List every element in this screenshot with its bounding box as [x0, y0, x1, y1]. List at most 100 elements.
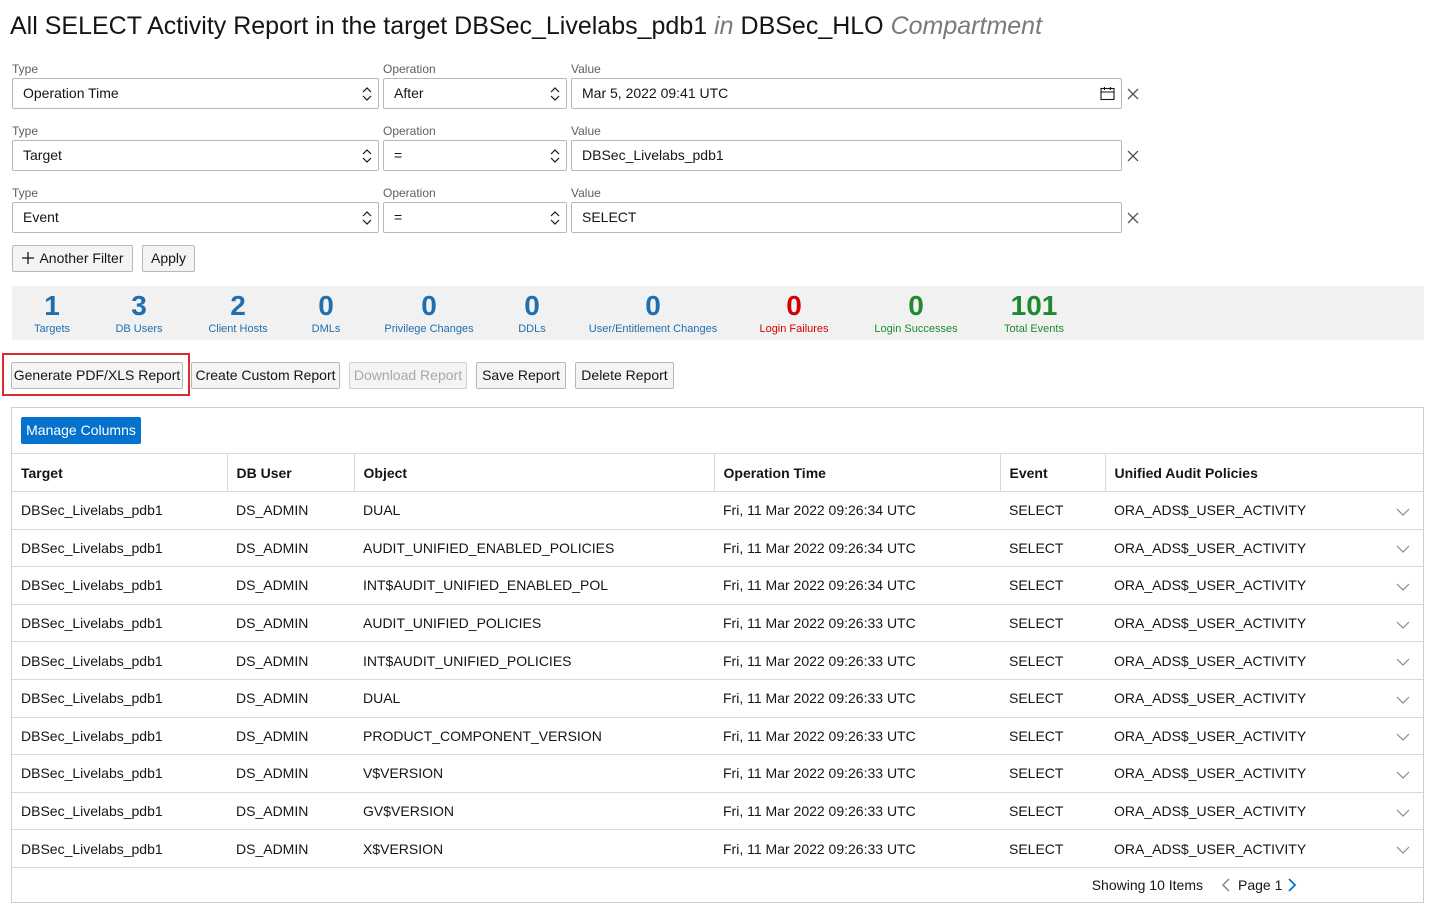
stat-total-events[interactable]: 101 Total Events: [1004, 290, 1064, 336]
type-select-value: Operation Time: [23, 85, 119, 101]
table-cell: DS_ADMIN: [227, 566, 354, 605]
expand-row-cell[interactable]: [1383, 717, 1423, 756]
column-header[interactable]: Event: [999, 453, 1105, 492]
stat-targets[interactable]: 1 Targets: [34, 290, 70, 336]
expand-row-cell[interactable]: [1383, 641, 1423, 680]
add-filter-button[interactable]: Another Filter: [12, 245, 133, 272]
stat-login-successes[interactable]: 0 Login Successes: [874, 290, 957, 336]
chevron-down-icon[interactable]: [1396, 696, 1410, 704]
table-cell: SELECT: [1000, 717, 1105, 756]
table-cell: DS_ADMIN: [227, 679, 354, 718]
chevron-down-icon[interactable]: [1396, 583, 1410, 591]
stat-value: 1: [44, 290, 60, 321]
table-cell: DS_ADMIN: [227, 717, 354, 756]
expand-row-cell[interactable]: [1383, 679, 1423, 718]
table-row[interactable]: DBSec_Livelabs_pdb1 DS_ADMIN GV$VERSION Fri…: [12, 792, 1423, 831]
chevron-down-icon[interactable]: [1396, 733, 1410, 742]
value-input[interactable]: SELECT: [571, 202, 1122, 233]
select-arrows-icon: [362, 87, 372, 101]
chevron-down-icon[interactable]: [1396, 809, 1410, 817]
value-input[interactable]: DBSec_Livelabs_pdb1: [571, 140, 1122, 171]
table-cell: ORA_ADS$_USER_ACTIVITY: [1105, 529, 1383, 568]
column-header[interactable]: DB User: [226, 453, 354, 492]
chevron-down-icon[interactable]: [1396, 658, 1410, 667]
value-input-text: Mar 5, 2022 09:41 UTC: [582, 85, 729, 101]
stat-ddls[interactable]: 0 DDLs: [518, 290, 546, 336]
table-cell: SELECT: [1000, 679, 1105, 718]
table-row[interactable]: DBSec_Livelabs_pdb1 DS_ADMIN DUAL Fri, 11 M…: [12, 679, 1423, 718]
table-cell: SELECT: [1000, 792, 1105, 831]
table-cell: SELECT: [1000, 641, 1105, 680]
table-row[interactable]: DBSec_Livelabs_pdb1 DS_ADMIN X$VERSION Fri,…: [12, 829, 1423, 868]
chevron-down-icon[interactable]: [1396, 771, 1410, 779]
table-row[interactable]: DBSec_Livelabs_pdb1 DS_ADMIN AUDIT_UNIFIED…: [12, 529, 1423, 568]
stat-privilege-changes[interactable]: 0 Privilege Changes: [384, 290, 473, 336]
chevron-down-icon[interactable]: [1396, 545, 1410, 554]
delete-report-button[interactable]: Delete Report: [575, 362, 674, 389]
expand-row-cell[interactable]: [1383, 792, 1423, 831]
apply-button[interactable]: Apply: [142, 245, 195, 272]
table-row[interactable]: DBSec_Livelabs_pdb1 DS_ADMIN INT$AUDIT_UNI…: [12, 641, 1423, 680]
chevron-down-icon[interactable]: [1396, 621, 1410, 629]
table-cell: AUDIT_UNIFIED_ENABLED_POLICIES: [354, 529, 714, 568]
remove-filter-icon[interactable]: [1125, 148, 1141, 164]
chevron-down-icon[interactable]: [1396, 846, 1410, 854]
column-header-spacer: [1383, 453, 1423, 492]
column-header[interactable]: Object: [353, 453, 714, 492]
operation-select[interactable]: =: [383, 202, 567, 233]
column-header[interactable]: Unified Audit Policies: [1104, 453, 1383, 492]
table-cell: Fri, 11 Mar 2022 09:26:33 UTC: [714, 641, 1000, 680]
type-select[interactable]: Event: [12, 202, 379, 233]
table-cell: DUAL: [354, 679, 714, 718]
table-cell: DS_ADMIN: [227, 491, 354, 530]
table-cell: DBSec_Livelabs_pdb1: [12, 679, 227, 718]
operation-select[interactable]: =: [383, 140, 567, 171]
table-cell: Fri, 11 Mar 2022 09:26:33 UTC: [714, 792, 1000, 831]
value-label: Value: [571, 62, 601, 76]
table-row[interactable]: DBSec_Livelabs_pdb1 DS_ADMIN PRODUCT_COMPO…: [12, 717, 1423, 756]
select-arrows-icon: [362, 149, 372, 163]
table-cell: DBSec_Livelabs_pdb1: [12, 604, 227, 643]
expand-row-cell[interactable]: [1383, 566, 1423, 605]
expand-row-cell[interactable]: [1383, 829, 1423, 868]
operation-label: Operation: [383, 186, 436, 200]
table-row[interactable]: DBSec_Livelabs_pdb1 DS_ADMIN INT$AUDIT_UNI…: [12, 566, 1423, 605]
operation-select[interactable]: After: [383, 78, 567, 109]
download-report-button[interactable]: Download Report: [349, 362, 467, 389]
expand-row-cell[interactable]: [1383, 604, 1423, 643]
generate-report-button[interactable]: Generate PDF/XLS Report: [11, 362, 183, 389]
create-custom-report-button[interactable]: Create Custom Report: [191, 362, 340, 389]
expand-row-cell[interactable]: [1383, 491, 1423, 530]
calendar-icon[interactable]: [1100, 86, 1115, 101]
chevron-down-icon[interactable]: [1396, 508, 1410, 516]
column-header[interactable]: Target: [12, 453, 227, 492]
value-input[interactable]: Mar 5, 2022 09:41 UTC: [571, 78, 1122, 109]
table-cell: SELECT: [1000, 491, 1105, 530]
table-row[interactable]: DBSec_Livelabs_pdb1 DS_ADMIN DUAL Fri, 11 M…: [12, 491, 1423, 530]
table-cell: DBSec_Livelabs_pdb1: [12, 792, 227, 831]
remove-filter-icon[interactable]: [1125, 210, 1141, 226]
type-select[interactable]: Operation Time: [12, 78, 379, 109]
next-page-icon[interactable]: [1287, 878, 1297, 892]
title-in: in: [714, 12, 734, 40]
stat-login-failures[interactable]: 0 Login Failures: [759, 290, 828, 336]
stat-client-hosts[interactable]: 2 Client Hosts: [208, 290, 267, 336]
table-cell: DBSec_Livelabs_pdb1: [12, 491, 227, 530]
column-header[interactable]: Operation Time: [713, 453, 1000, 492]
table-cell: AUDIT_UNIFIED_POLICIES: [354, 604, 714, 643]
expand-row-cell[interactable]: [1383, 529, 1423, 568]
stat-db-users[interactable]: 3 DB Users: [115, 290, 162, 336]
stat-dmls[interactable]: 0 DMLs: [312, 290, 341, 336]
expand-row-cell[interactable]: [1383, 754, 1423, 793]
manage-columns-button[interactable]: Manage Columns: [21, 417, 141, 444]
stat-user-entitlement-changes[interactable]: 0 User/Entitlement Changes: [589, 290, 717, 336]
remove-filter-icon[interactable]: [1125, 86, 1141, 102]
table-row[interactable]: DBSec_Livelabs_pdb1 DS_ADMIN AUDIT_UNIFIED…: [12, 604, 1423, 643]
save-report-button[interactable]: Save Report: [476, 362, 566, 389]
type-select[interactable]: Target: [12, 140, 379, 171]
prev-page-icon[interactable]: [1221, 878, 1231, 892]
table-cell: DBSec_Livelabs_pdb1: [12, 529, 227, 568]
table-cell: ORA_ADS$_USER_ACTIVITY: [1105, 717, 1383, 756]
page-title: All SELECT Activity Report in the target…: [10, 10, 1042, 42]
table-row[interactable]: DBSec_Livelabs_pdb1 DS_ADMIN V$VERSION Fri,…: [12, 754, 1423, 793]
